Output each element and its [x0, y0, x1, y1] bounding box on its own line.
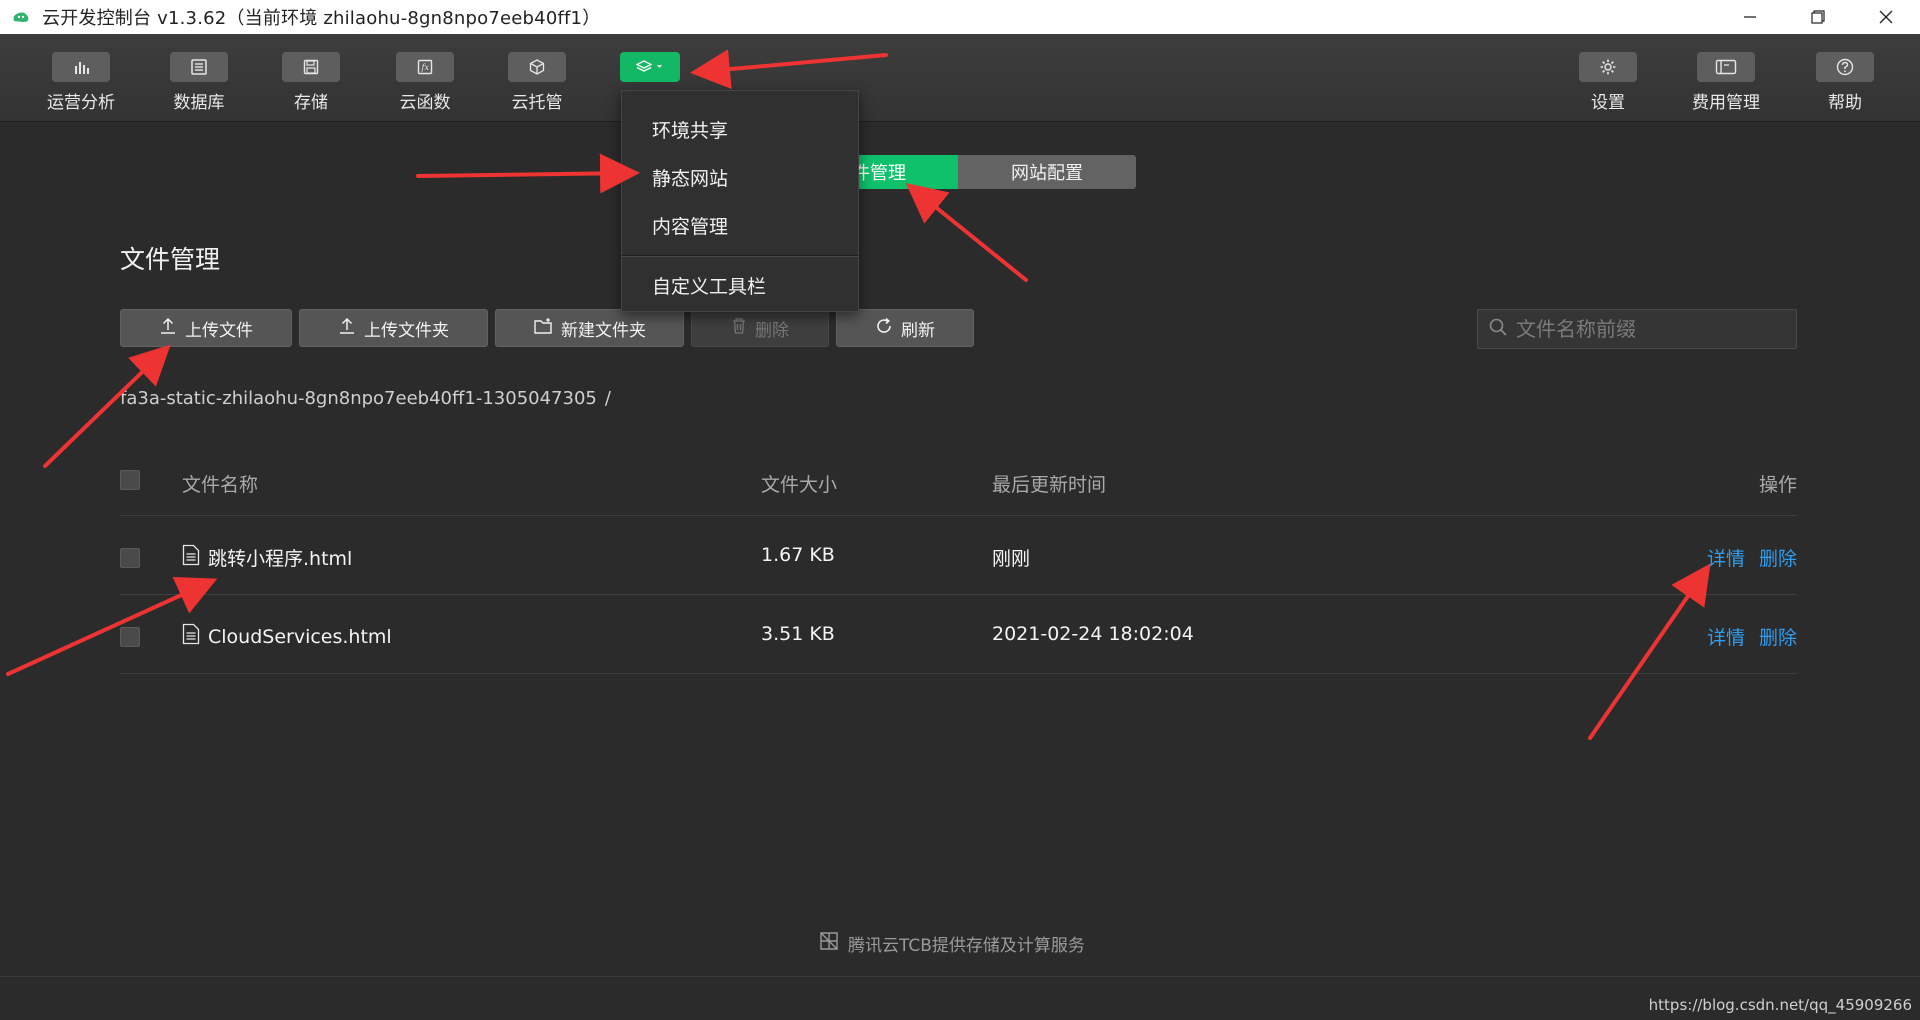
main-toolbar: 运营分析 数据库 存储 fx 云函数 云托管 设置 费用管理 帮助 [0, 34, 1920, 122]
menu-item-content-mgmt[interactable]: 内容管理 [622, 201, 858, 249]
tool-functions[interactable]: fx 云函数 [380, 52, 470, 113]
tool-label: 帮助 [1828, 93, 1862, 113]
arrow-to-static-site [416, 153, 640, 194]
upload-file-button[interactable]: 上传文件 [120, 309, 292, 347]
table-row: 跳转小程序.html 1.67 KB 刚刚 详情 删除 [120, 516, 1797, 595]
select-all-checkbox[interactable] [120, 470, 140, 490]
breadcrumb: fa3a-static-zhilaohu-8gn8npo7eeb40ff1-13… [120, 388, 611, 409]
file-icon [182, 623, 200, 650]
tcb-logo-icon [818, 930, 840, 957]
table-header: 文件名称 文件大小 最后更新时间 操作 [120, 452, 1797, 516]
search-icon [1488, 317, 1508, 341]
row-ops: 详情 删除 [1707, 623, 1797, 650]
tool-settings[interactable]: 设置 [1563, 52, 1653, 113]
watermark: https://blog.csdn.net/qq_45909266 [1648, 996, 1912, 1014]
tool-analytics[interactable]: 运营分析 [36, 52, 126, 113]
file-size: 1.67 KB [761, 544, 835, 566]
upload-icon [338, 317, 356, 340]
tool-label: 费用管理 [1692, 93, 1760, 113]
detail-link[interactable]: 详情 [1707, 623, 1745, 650]
row-ops: 详情 删除 [1707, 544, 1797, 571]
page-title: 文件管理 [120, 245, 221, 274]
refresh-button[interactable]: 刷新 [836, 309, 974, 347]
cube-icon [508, 52, 566, 82]
file-updated: 2021-02-24 18:02:04 [992, 623, 1194, 645]
restore-button[interactable] [1784, 0, 1852, 34]
tool-billing[interactable]: 费用管理 [1681, 52, 1771, 113]
app-logo-icon [10, 6, 32, 28]
file-table: 文件名称 文件大小 最后更新时间 操作 跳转小程序.html 1.67 KB 刚… [120, 452, 1797, 674]
header-ops: 操作 [1758, 474, 1797, 496]
row-checkbox[interactable] [120, 548, 140, 568]
folder-add-icon [533, 317, 553, 340]
menu-item-static-site[interactable]: 静态网站 [622, 153, 858, 201]
gear-icon [1579, 52, 1637, 82]
file-size: 3.51 KB [761, 623, 835, 645]
tool-storage[interactable]: 存储 [266, 52, 356, 113]
tool-label: 存储 [294, 93, 328, 113]
upload-folder-button[interactable]: 上传文件夹 [299, 309, 488, 347]
title-bar: 云开发控制台 v1.3.62（当前环境 zhilaohu-8gn8npo7eeb… [0, 0, 1920, 34]
refresh-label: 刷新 [901, 320, 935, 341]
file-search[interactable] [1477, 309, 1797, 349]
wallet-icon [1697, 52, 1755, 82]
menu-divider [622, 255, 858, 257]
header-updated: 最后更新时间 [992, 474, 1107, 496]
tool-label: 运营分析 [47, 93, 115, 113]
footer-text: 腾讯云TCB提供存储及计算服务 [848, 936, 1085, 956]
file-name-cell[interactable]: 跳转小程序.html [182, 544, 352, 571]
delete-link[interactable]: 删除 [1759, 544, 1797, 571]
tool-label: 数据库 [173, 93, 225, 113]
minimize-button[interactable] [1716, 0, 1784, 34]
arrow-to-file-tab [905, 182, 1028, 282]
question-icon [1816, 52, 1874, 82]
tool-label: 云函数 [399, 93, 451, 113]
layers-icon [620, 52, 680, 82]
trash-icon [731, 317, 747, 340]
more-tools-menu: 环境共享 静态网站 内容管理 自定义工具栏 [621, 90, 859, 312]
footer: 腾讯云TCB提供存储及计算服务 [818, 930, 1085, 957]
tool-label: 云托管 [511, 93, 563, 113]
upload-folder-label: 上传文件夹 [364, 320, 449, 341]
tool-help[interactable]: 帮助 [1800, 52, 1890, 113]
more-tools-dropdown-button[interactable] [605, 52, 695, 82]
tool-cloudrun[interactable]: 云托管 [492, 52, 582, 113]
refresh-icon [875, 317, 893, 340]
upload-icon [159, 317, 177, 340]
tool-label: 设置 [1591, 93, 1625, 113]
save-icon [282, 52, 340, 82]
tab-site-config[interactable]: 网站配置 [958, 155, 1136, 189]
menu-item-custom-toolbar[interactable]: 自定义工具栏 [622, 261, 858, 309]
delete-link[interactable]: 删除 [1759, 623, 1797, 650]
file-actions: 上传文件 上传文件夹 新建文件夹 删除 刷新 [120, 309, 974, 347]
svg-text:fx: fx [421, 63, 430, 72]
delete-label: 删除 [755, 320, 789, 341]
function-icon: fx [396, 52, 454, 82]
delete-button[interactable]: 删除 [691, 309, 829, 347]
table-row: CloudServices.html 3.51 KB 2021-02-24 18… [120, 595, 1797, 674]
tool-database[interactable]: 数据库 [154, 52, 244, 113]
header-size: 文件大小 [761, 474, 838, 496]
file-name: 跳转小程序.html [208, 548, 353, 570]
close-button[interactable] [1852, 0, 1920, 34]
row-checkbox[interactable] [120, 627, 140, 647]
database-icon [170, 52, 228, 82]
header-name: 文件名称 [182, 474, 259, 496]
file-icon [182, 544, 200, 571]
new-folder-label: 新建文件夹 [561, 320, 646, 341]
detail-link[interactable]: 详情 [1707, 544, 1745, 571]
bar-chart-icon [52, 52, 110, 82]
new-folder-button[interactable]: 新建文件夹 [495, 309, 684, 347]
file-name-cell[interactable]: CloudServices.html [182, 623, 392, 650]
status-bar: https://blog.csdn.net/qq_45909266 [0, 976, 1920, 1020]
file-name: CloudServices.html [208, 625, 392, 648]
menu-item-env-share[interactable]: 环境共享 [622, 105, 858, 153]
bucket-path[interactable]: fa3a-static-zhilaohu-8gn8npo7eeb40ff1-13… [120, 388, 597, 409]
window-title: 云开发控制台 v1.3.62（当前环境 zhilaohu-8gn8npo7eeb… [42, 8, 601, 29]
path-separator: / [604, 388, 611, 409]
file-updated: 刚刚 [992, 548, 1031, 570]
search-input[interactable] [1516, 317, 1786, 341]
upload-file-label: 上传文件 [185, 320, 253, 341]
